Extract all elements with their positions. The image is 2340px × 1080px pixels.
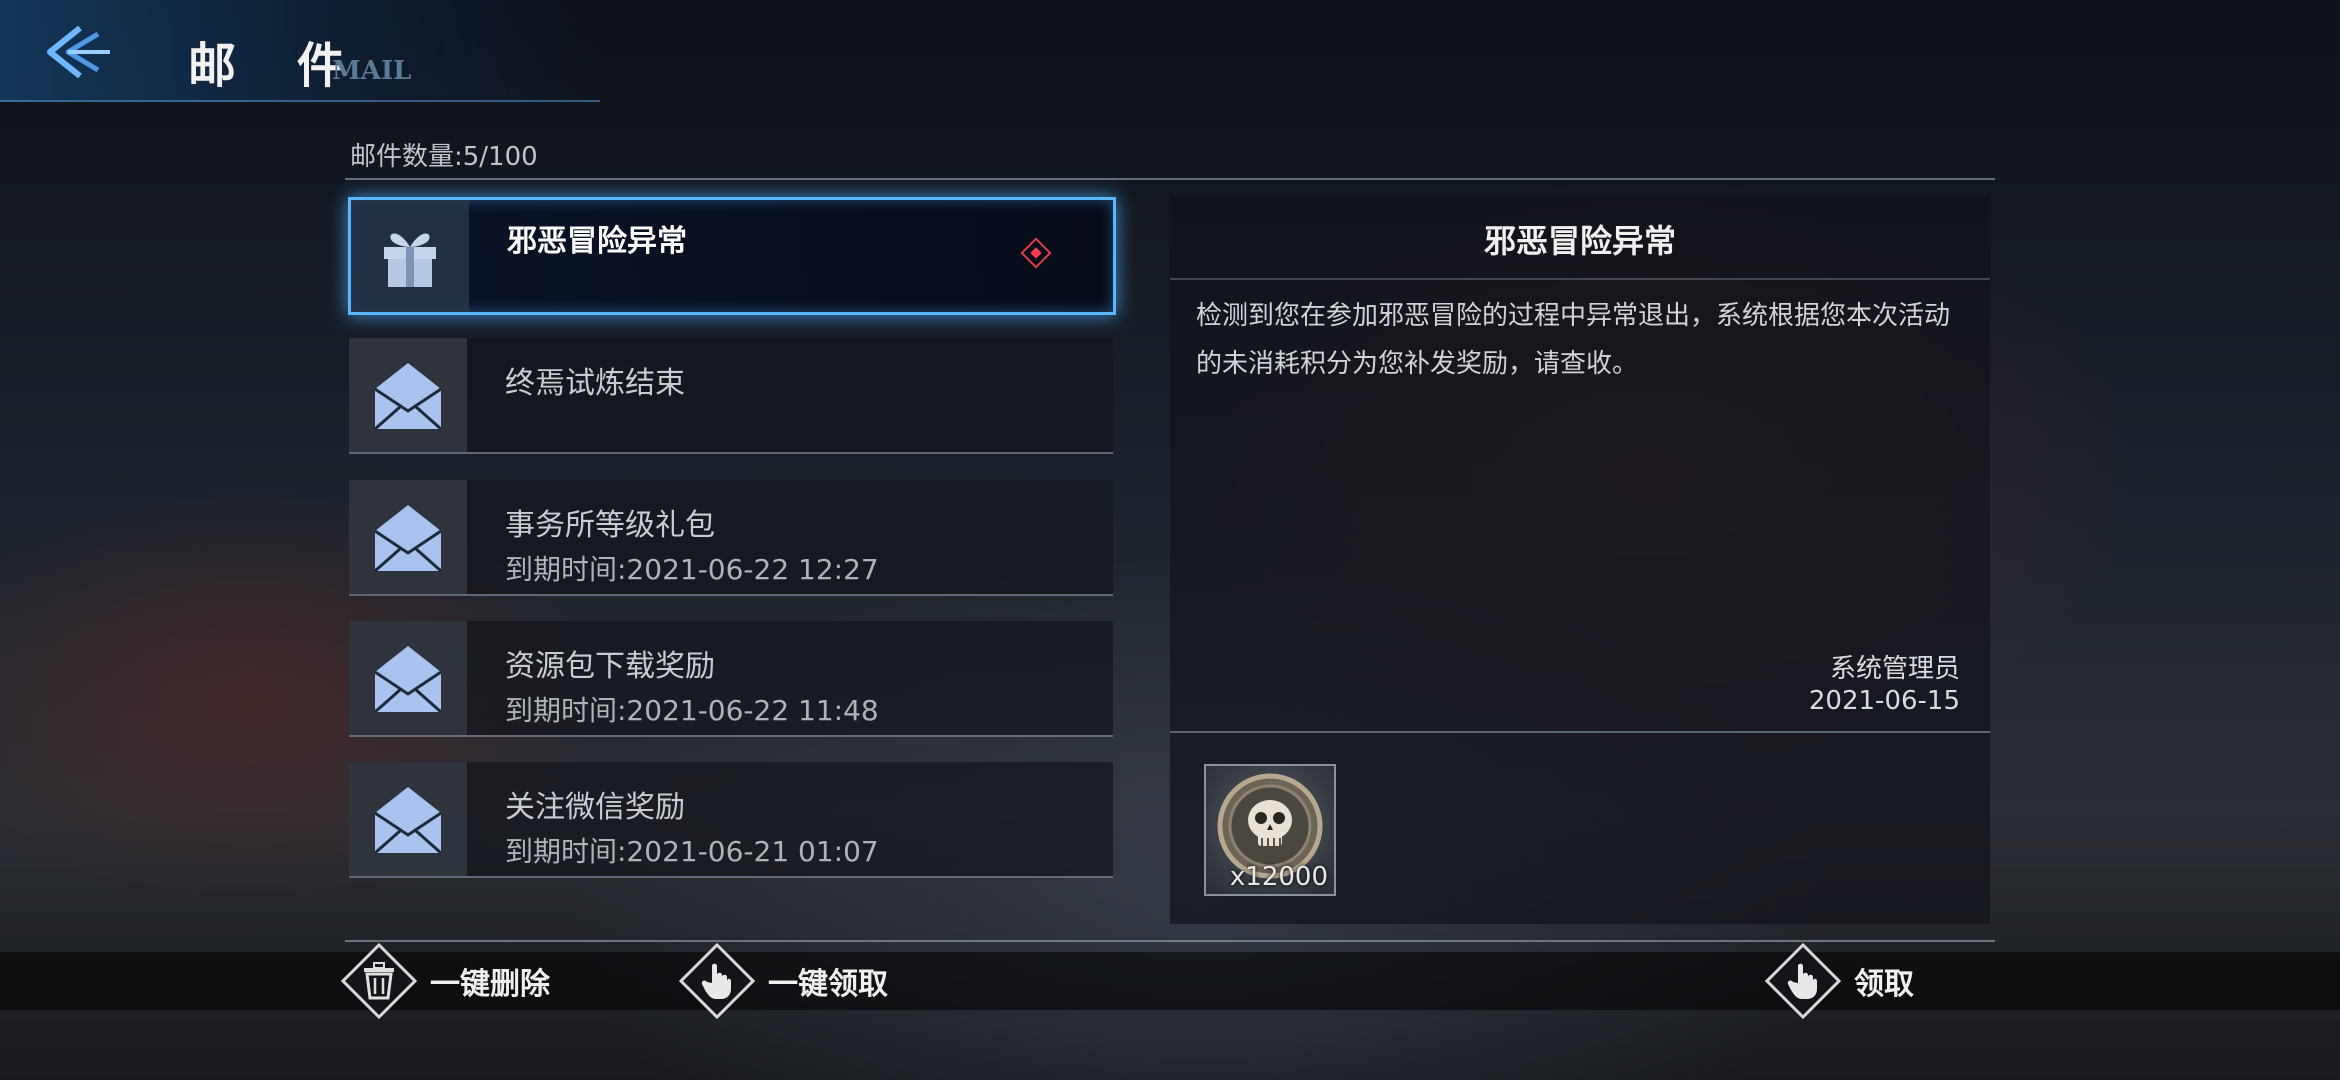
claim-button[interactable]: 领取	[1764, 942, 1914, 1020]
mail-subject: 邪恶冒险异常	[507, 224, 687, 259]
mail-icon-box	[351, 200, 469, 312]
mail-item-4[interactable]: 资源包下载奖励 到期时间:2021-06-22 11:48	[349, 621, 1113, 737]
mail-item-3[interactable]: 事务所等级礼包 到期时间:2021-06-22 12:27	[349, 480, 1113, 596]
reward-count: x12000	[1229, 862, 1328, 892]
back-arrow-icon	[47, 25, 110, 79]
claim-all-button[interactable]: 一键领取	[678, 942, 888, 1020]
envelope-icon	[374, 646, 442, 714]
mail-expire-time: 到期时间:2021-06-21 01:07	[505, 835, 879, 868]
claim-all-label: 一键领取	[768, 967, 888, 1002]
detail-body: 检测到您在参加邪恶冒险的过程中异常退出，系统根据您本次活动的未消耗积分为您补发奖…	[1196, 301, 1951, 379]
mail-icon-box	[349, 338, 467, 452]
unread-badge-icon	[1020, 237, 1052, 269]
mail-subject: 资源包下载奖励	[505, 649, 715, 684]
mail-subject: 终焉试炼结束	[505, 366, 685, 401]
detail-title: 邪恶冒险异常	[1483, 222, 1676, 260]
back-button[interactable]	[40, 22, 120, 82]
detail-divider	[1170, 731, 1990, 733]
mail-subject: 关注微信奖励	[505, 790, 685, 825]
mail-expire-time: 到期时间:2021-06-22 11:48	[505, 694, 879, 727]
hand-pointer-icon	[701, 963, 731, 999]
envelope-icon	[374, 505, 442, 573]
mail-item-5[interactable]: 关注微信奖励 到期时间:2021-06-21 01:07	[349, 762, 1113, 878]
mail-icon-box	[349, 480, 467, 594]
header-bar: 邮 件 MAIL	[0, 0, 600, 102]
mail-item-2[interactable]: 终焉试炼结束	[349, 338, 1113, 454]
envelope-icon	[374, 363, 442, 431]
reward-item[interactable]: x12000	[1204, 764, 1336, 896]
envelope-icon	[374, 787, 442, 855]
detail-divider	[1170, 278, 1990, 280]
claim-label: 领取	[1854, 967, 1914, 1002]
trash-icon	[364, 962, 394, 1000]
mail-icon-box	[349, 621, 467, 735]
diamond-frame	[340, 942, 418, 1020]
hand-pointer-icon	[1787, 963, 1817, 999]
diamond-frame	[1764, 942, 1842, 1020]
mail-icon-box	[349, 762, 467, 876]
mail-count: 邮件数量:5/100	[350, 142, 538, 172]
detail-date: 2021-06-15	[1808, 686, 1960, 716]
divider-bottom	[345, 940, 1995, 942]
gift-icon	[384, 233, 436, 287]
page-title-en: MAIL	[332, 56, 412, 86]
mail-subject: 事务所等级礼包	[505, 508, 715, 543]
mail-detail-panel: 邪恶冒险异常 检测到您在参加邪恶冒险的过程中异常退出，系统根据您本次活动的未消耗…	[1170, 196, 1990, 924]
delete-all-label: 一键删除	[430, 967, 550, 1002]
mail-expire-time: 到期时间:2021-06-22 12:27	[505, 553, 879, 586]
diamond-frame	[678, 942, 756, 1020]
mail-item-1[interactable]: 邪恶冒险异常	[348, 197, 1116, 315]
divider-top	[345, 178, 1995, 180]
delete-all-button[interactable]: 一键删除	[340, 942, 550, 1020]
detail-sender: 系统管理员	[1829, 654, 1960, 684]
